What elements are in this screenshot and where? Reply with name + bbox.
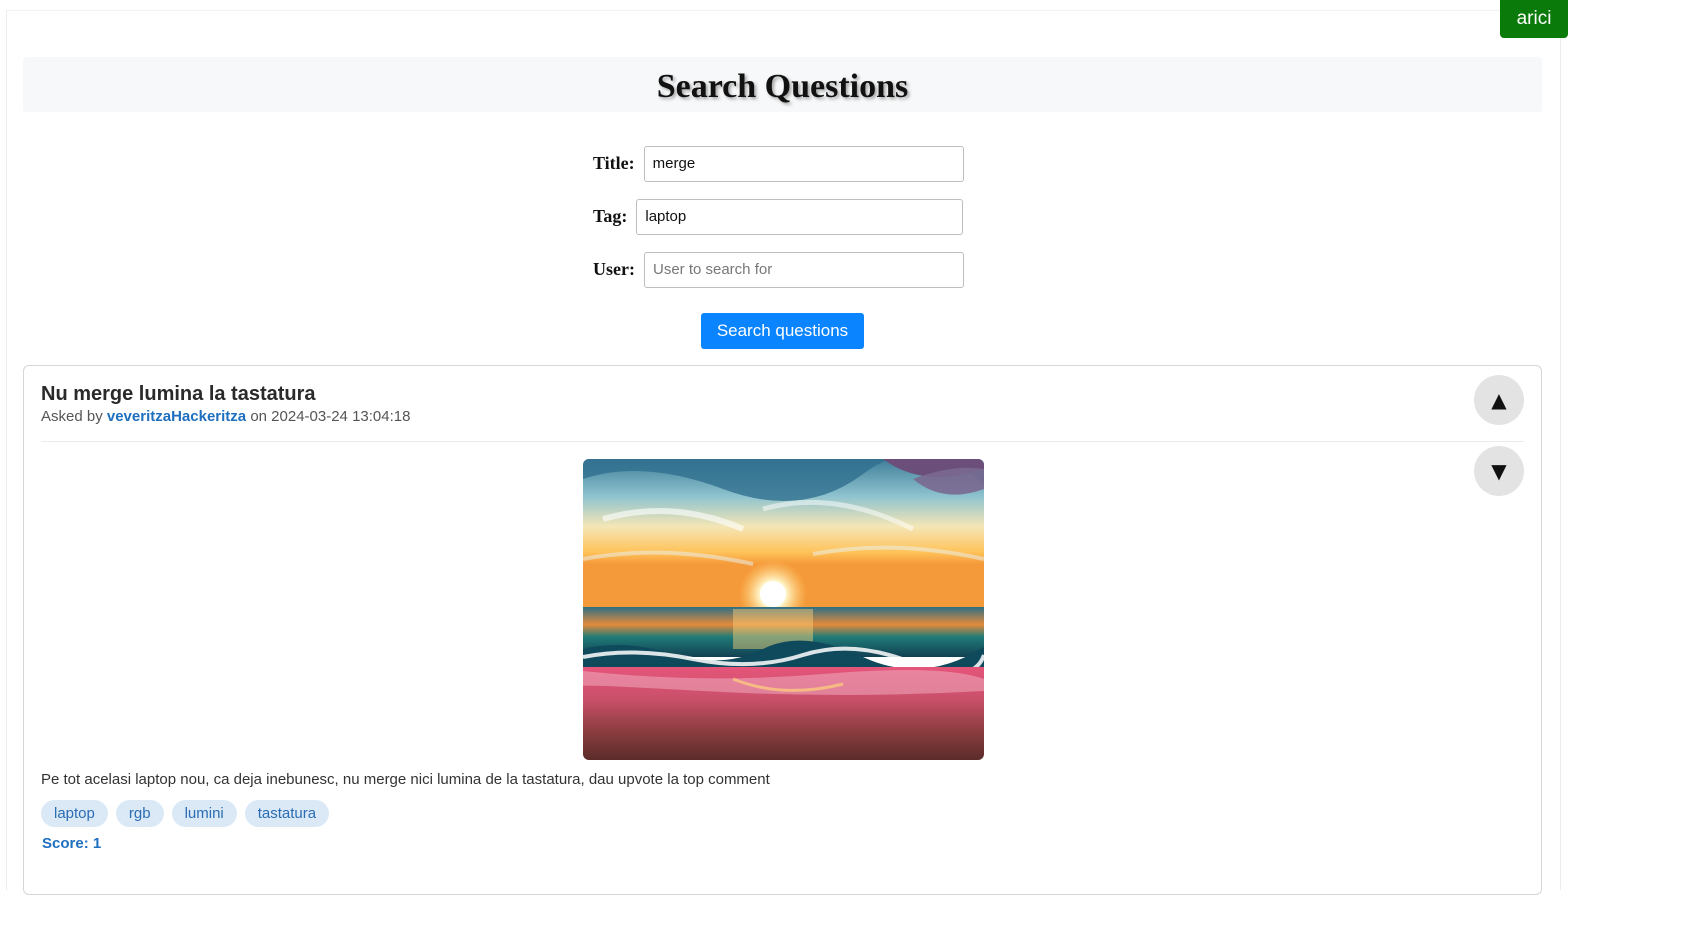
card-divider <box>41 441 1524 442</box>
date-prefix: on <box>250 408 267 425</box>
score-label: Score: 1 <box>42 835 102 852</box>
tag-chip[interactable]: lumini <box>171 800 237 827</box>
page-title: Search Questions <box>656 67 909 105</box>
title-label: Title: <box>593 153 635 173</box>
tag-chip[interactable]: rgb <box>115 800 164 827</box>
tag-chip[interactable]: tastatura <box>244 800 330 827</box>
tag-list: laptop rgb lumini tastatura <box>41 800 330 827</box>
question-card: Nu merge lumina la tastatura Asked by ve… <box>23 365 1542 895</box>
question-meta: Asked by veveritzaHackeritza on 2024-03-… <box>41 408 410 425</box>
downvote-button[interactable]: ▼ <box>1474 446 1524 496</box>
upvote-arrow-icon: ▲ <box>1491 388 1507 412</box>
user-badge[interactable]: arici <box>1500 0 1568 38</box>
user-input[interactable] <box>643 251 964 288</box>
title-input[interactable] <box>643 145 964 182</box>
question-title[interactable]: Nu merge lumina la tastatura <box>41 383 316 406</box>
asked-by-prefix: Asked by <box>41 408 103 425</box>
search-questions-button[interactable]: Search questions <box>701 313 864 349</box>
page-header: Search Questions <box>23 57 1542 112</box>
tag-label: Tag: <box>593 206 628 226</box>
tag-row: Tag: <box>593 198 964 235</box>
question-author-link[interactable]: veveritzaHackeritza <box>107 408 246 425</box>
title-row: Title: <box>593 145 964 182</box>
tag-chip[interactable]: laptop <box>41 800 108 827</box>
question-date: 2024-03-24 13:04:18 <box>271 408 411 425</box>
user-row: User: <box>593 251 964 288</box>
question-body: Pe tot acelasi laptop nou, ca deja inebu… <box>41 771 770 788</box>
downvote-arrow-icon: ▼ <box>1491 459 1507 483</box>
tag-input[interactable] <box>636 198 964 235</box>
upvote-button[interactable]: ▲ <box>1474 375 1524 425</box>
question-image <box>583 459 984 760</box>
user-label: User: <box>593 259 635 279</box>
